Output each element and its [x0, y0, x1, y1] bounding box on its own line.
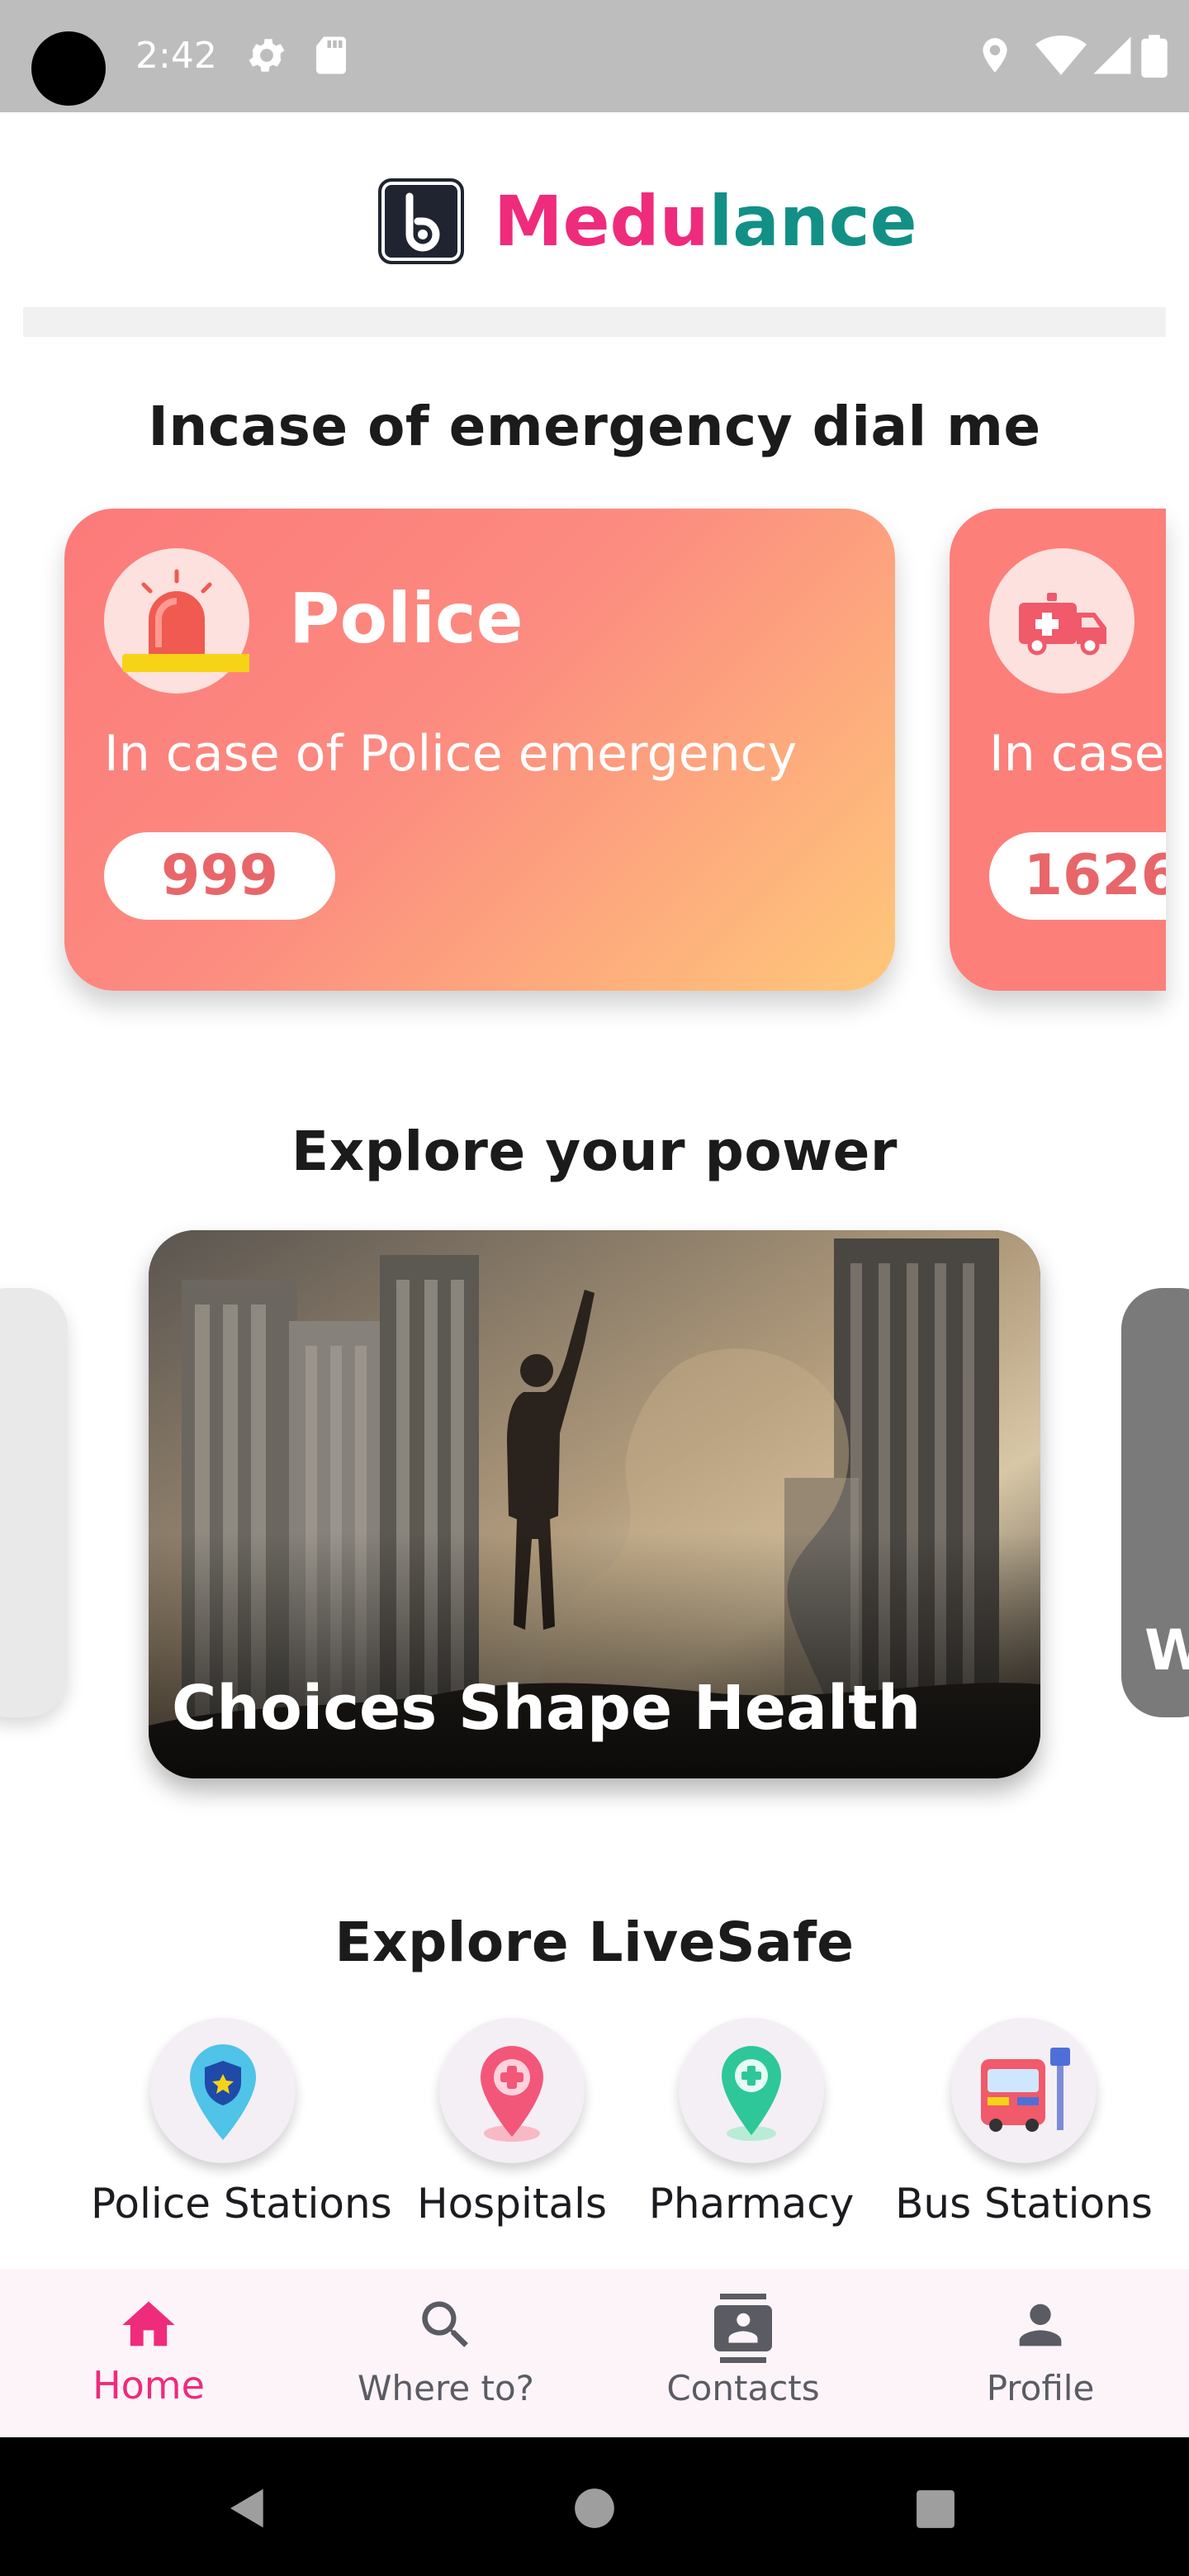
livesafe-section-title: Explore LiveSafe: [334, 1911, 855, 1974]
search-icon: [422, 2301, 468, 2347]
recents-square-icon[interactable]: [915, 2488, 956, 2530]
livesafe-label-hospitals: Hospitals: [416, 2180, 608, 2228]
system-navigation-bar: [0, 2437, 1189, 2576]
livesafe-item-pharmacy[interactable]: Pharmacy: [619, 2018, 883, 2249]
pharmacy-pin-icon: [679, 2018, 824, 2163]
app-logo: [378, 178, 464, 264]
power-card-caption: Choices Shape Health: [172, 1673, 921, 1744]
siren-icon: [104, 548, 249, 694]
livesafe-label-pharmacy: Pharmacy: [648, 2180, 855, 2228]
livesafe-label-bus-stations: Bus Stations: [895, 2180, 1153, 2228]
sd-card-icon: [316, 36, 346, 74]
emergency-section-title: Incase of emergency dial me: [148, 395, 1041, 458]
status-bar: 2:42: [0, 0, 1189, 112]
hospital-pin-icon: [439, 2018, 585, 2163]
bottom-navigation: Home Where to? Contacts Profile: [0, 2269, 1189, 2437]
ambulance-icon: [989, 548, 1135, 694]
brand-part-2: lance: [708, 181, 917, 262]
livesafe-item-police-stations[interactable]: Police Stations: [91, 2018, 392, 2249]
police-pin-icon: [150, 2018, 296, 2163]
police-card-title: Police: [289, 578, 523, 659]
signal-icon: [1093, 36, 1131, 74]
livesafe-item-hospitals[interactable]: Hospitals: [380, 2018, 644, 2249]
bus-stop-icon: [951, 2018, 1097, 2163]
ambulance-card-description: In case: [989, 725, 1165, 783]
camera-cutout: [31, 31, 106, 106]
header-divider: [23, 307, 1166, 337]
police-dial-number[interactable]: 999: [104, 832, 335, 920]
wifi-icon: [1035, 36, 1087, 75]
next-card-caption: W: [1144, 1618, 1189, 1683]
nav-label-profile: Profile: [986, 2368, 1095, 2408]
gear-icon: [249, 39, 285, 72]
nav-label-home: Home: [92, 2363, 205, 2408]
logo-mark-icon: [405, 192, 440, 252]
power-carousel-prev-card[interactable]: [0, 1288, 68, 1717]
nav-item-contacts[interactable]: Contacts: [594, 2269, 892, 2437]
battery-icon: [1141, 35, 1168, 78]
home-icon: [122, 2301, 175, 2346]
livesafe-label-police-stations: Police Stations: [91, 2180, 392, 2228]
ambulance-dial-number[interactable]: 16263: [989, 832, 1166, 920]
brand-part-1: Medu: [494, 181, 709, 262]
police-emergency-card[interactable]: Police In case of Police emergency 999: [64, 509, 895, 991]
contacts-icon: [714, 2294, 772, 2363]
nav-item-profile[interactable]: Profile: [892, 2269, 1189, 2437]
nav-item-home[interactable]: Home: [0, 2269, 297, 2437]
nav-label-where-to: Where to?: [358, 2368, 534, 2408]
power-carousel-next-card[interactable]: W: [1121, 1288, 1189, 1717]
home-circle-icon[interactable]: [573, 2487, 616, 2530]
person-icon: [1019, 2304, 1062, 2346]
livesafe-item-bus-stations[interactable]: Bus Stations: [892, 2018, 1156, 2249]
power-section-title: Explore your power: [291, 1120, 898, 1183]
app-brand-title: Medulance: [494, 178, 917, 264]
power-carousel-card[interactable]: Choices Shape Health: [149, 1230, 1040, 1778]
nav-item-where-to[interactable]: Where to?: [297, 2269, 594, 2437]
location-icon: [983, 38, 1007, 73]
police-card-description: In case of Police emergency: [104, 725, 798, 783]
back-triangle-icon[interactable]: [225, 2485, 271, 2531]
app-header: Medulance: [0, 112, 1189, 337]
status-time: 2:42: [135, 35, 217, 77]
ambulance-emergency-card[interactable]: In case 16263: [950, 509, 1166, 991]
nav-label-contacts: Contacts: [666, 2368, 820, 2408]
